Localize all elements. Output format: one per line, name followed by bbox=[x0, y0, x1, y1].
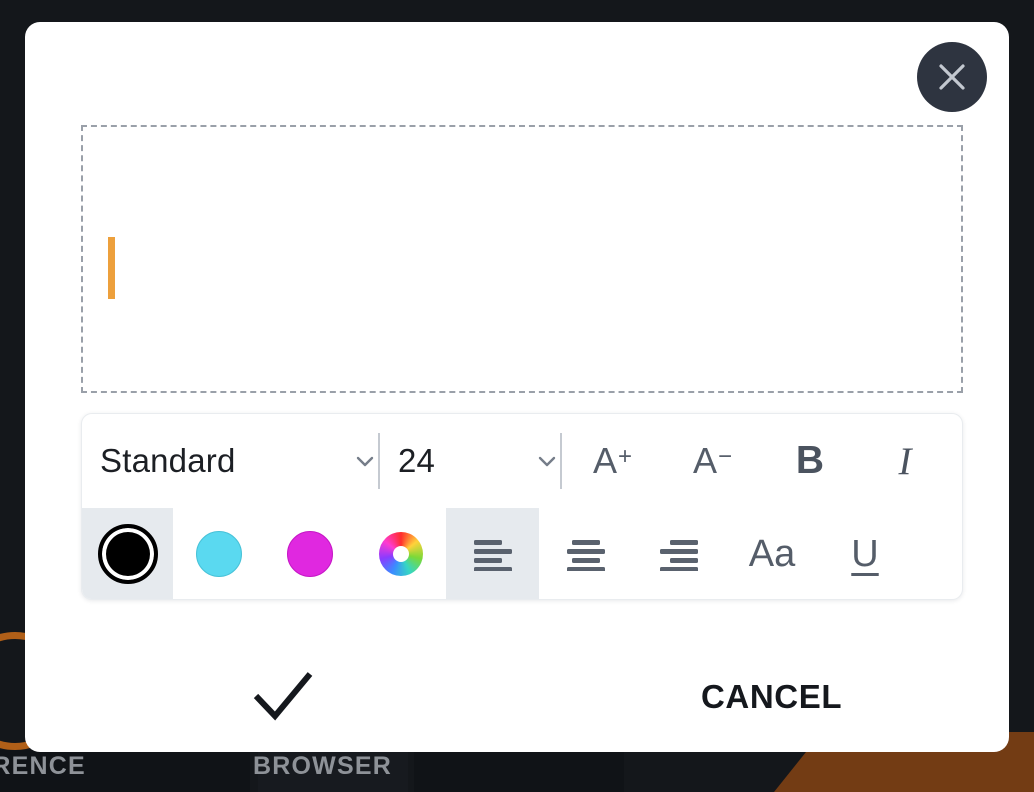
color-swatch-black[interactable] bbox=[82, 508, 173, 599]
font-size-select[interactable]: 24 bbox=[380, 431, 560, 491]
font-family-select[interactable]: Standard bbox=[100, 431, 378, 491]
chevron-down-icon bbox=[534, 448, 560, 474]
font-increase-label: A bbox=[592, 440, 617, 481]
underline-icon[interactable]: U bbox=[819, 508, 911, 599]
text-case-icon[interactable]: Aa bbox=[725, 508, 819, 599]
toolbar-row-typography: Standard 24 A + A − B I bbox=[82, 414, 962, 508]
align-left-button[interactable] bbox=[446, 508, 539, 599]
close-x-icon bbox=[935, 60, 969, 94]
color-swatch-magenta[interactable] bbox=[264, 508, 355, 599]
color-dot-black bbox=[97, 524, 158, 584]
align-right-button[interactable] bbox=[632, 508, 725, 599]
color-swatch-picker[interactable] bbox=[355, 508, 446, 599]
color-wheel-icon bbox=[378, 532, 423, 576]
font-decrease-icon[interactable]: A − bbox=[662, 440, 762, 482]
font-increase-icon[interactable]: A + bbox=[562, 440, 662, 482]
italic-icon[interactable]: I bbox=[858, 439, 952, 484]
background-strip bbox=[414, 750, 624, 792]
font-decrease-label: A bbox=[692, 440, 717, 481]
confirm-button[interactable] bbox=[245, 664, 321, 730]
color-dot-magenta bbox=[286, 531, 333, 577]
close-button[interactable] bbox=[917, 42, 987, 112]
align-center-button[interactable] bbox=[539, 508, 632, 599]
text-caret bbox=[108, 237, 115, 299]
color-swatch-cyan[interactable] bbox=[173, 508, 264, 599]
text-editor-modal: Standard 24 A + A − B I Aa U CANCEL bbox=[25, 22, 1009, 752]
align-right-icon bbox=[656, 537, 702, 571]
align-center-icon bbox=[563, 537, 609, 571]
toolbar-row-color-align: Aa U bbox=[82, 508, 962, 599]
cancel-button[interactable]: CANCEL bbox=[695, 664, 848, 730]
color-dot-cyan bbox=[195, 531, 242, 577]
checkmark-icon bbox=[250, 668, 316, 727]
font-size-value: 24 bbox=[398, 442, 436, 479]
color-swatch-group bbox=[82, 508, 446, 599]
bold-icon[interactable]: B bbox=[762, 439, 858, 483]
formatting-toolbar: Standard 24 A + A − B I Aa U bbox=[81, 413, 963, 600]
text-input-canvas[interactable] bbox=[81, 125, 963, 393]
alignment-group bbox=[446, 508, 725, 599]
background-label-reference: FERENCE bbox=[0, 752, 86, 780]
font-family-value: Standard bbox=[100, 442, 236, 479]
background-label-browser: BROWSER bbox=[253, 752, 392, 780]
align-left-icon bbox=[470, 537, 516, 571]
modal-footer: CANCEL bbox=[25, 652, 1009, 752]
chevron-down-icon bbox=[352, 448, 378, 474]
